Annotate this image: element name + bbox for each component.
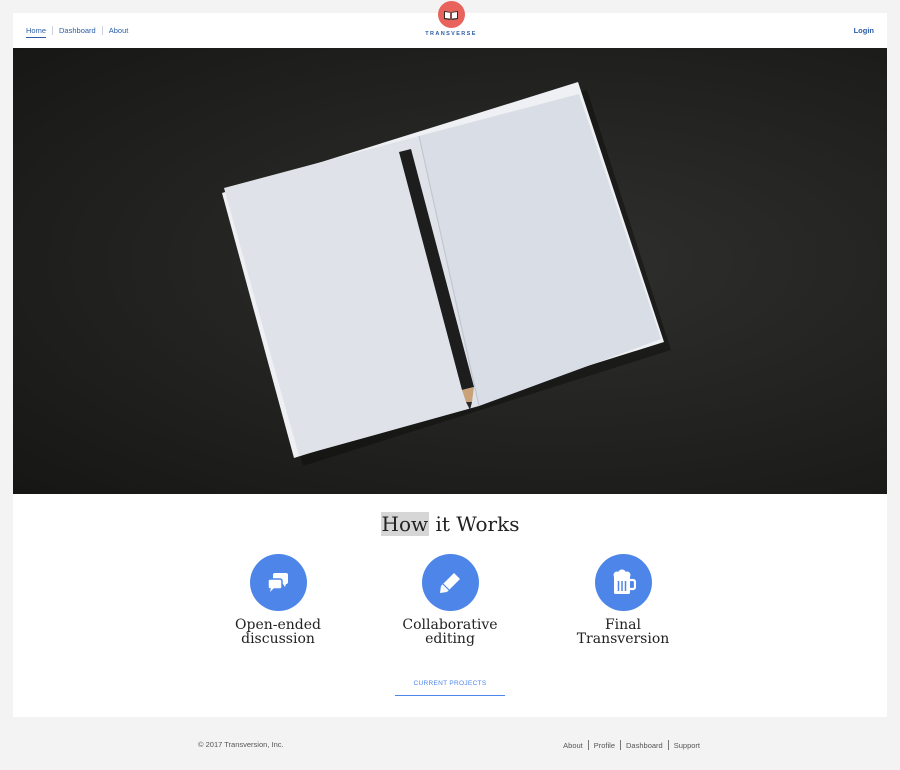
how-it-works-title: How it Works [13, 512, 887, 536]
footer-links: About Profile Dashboard Support [558, 740, 700, 750]
feature-label: Final Transversion [543, 618, 703, 646]
nav-home-link[interactable]: Home [26, 26, 52, 38]
feature-label: Collaborative editing [370, 618, 530, 646]
feature-label-line: editing [425, 631, 475, 647]
feature-label-line: discussion [241, 631, 315, 647]
brand-logo[interactable]: TRANSVERSE [425, 1, 475, 37]
footer-dashboard-link[interactable]: Dashboard [621, 741, 668, 750]
nav-links: Home Dashboard About [26, 26, 135, 38]
feature-label-line: Collaborative [402, 617, 498, 633]
chat-bubbles-icon [249, 554, 307, 611]
feature-label-line: Open-ended [235, 617, 321, 633]
current-projects-button[interactable]: CURRENT PROJECTS [395, 680, 505, 696]
pencil-icon [421, 554, 479, 611]
top-nav: Home Dashboard About TRANSVERSE Login [13, 1, 887, 49]
feature-label-line: Transversion [576, 631, 670, 647]
brand-name: TRANSVERSE [425, 31, 477, 37]
feature-label-line: Final [604, 617, 642, 633]
feature-label: Open-ended discussion [198, 618, 358, 646]
feature-discussion: Open-ended discussion [198, 554, 358, 646]
title-highlight: How [380, 512, 430, 536]
nav-dashboard-link[interactable]: Dashboard [53, 26, 102, 35]
login-link[interactable]: Login [854, 26, 874, 35]
beer-mug-icon [594, 554, 652, 611]
footer-profile-link[interactable]: Profile [589, 741, 620, 750]
footer-support-link[interactable]: Support [669, 741, 700, 750]
footer-about-link[interactable]: About [558, 741, 588, 750]
title-rest: it Works [429, 512, 520, 536]
book-icon [437, 1, 465, 28]
feature-transversion: Final Transversion [543, 554, 703, 646]
feature-editing: Collaborative editing [370, 554, 530, 646]
nav-about-link[interactable]: About [103, 26, 135, 35]
page-card: Home Dashboard About TRANSVERSE Login Ho… [13, 1, 887, 717]
hero-image [13, 48, 887, 494]
footer-copyright: © 2017 Transversion, Inc. [198, 740, 284, 749]
